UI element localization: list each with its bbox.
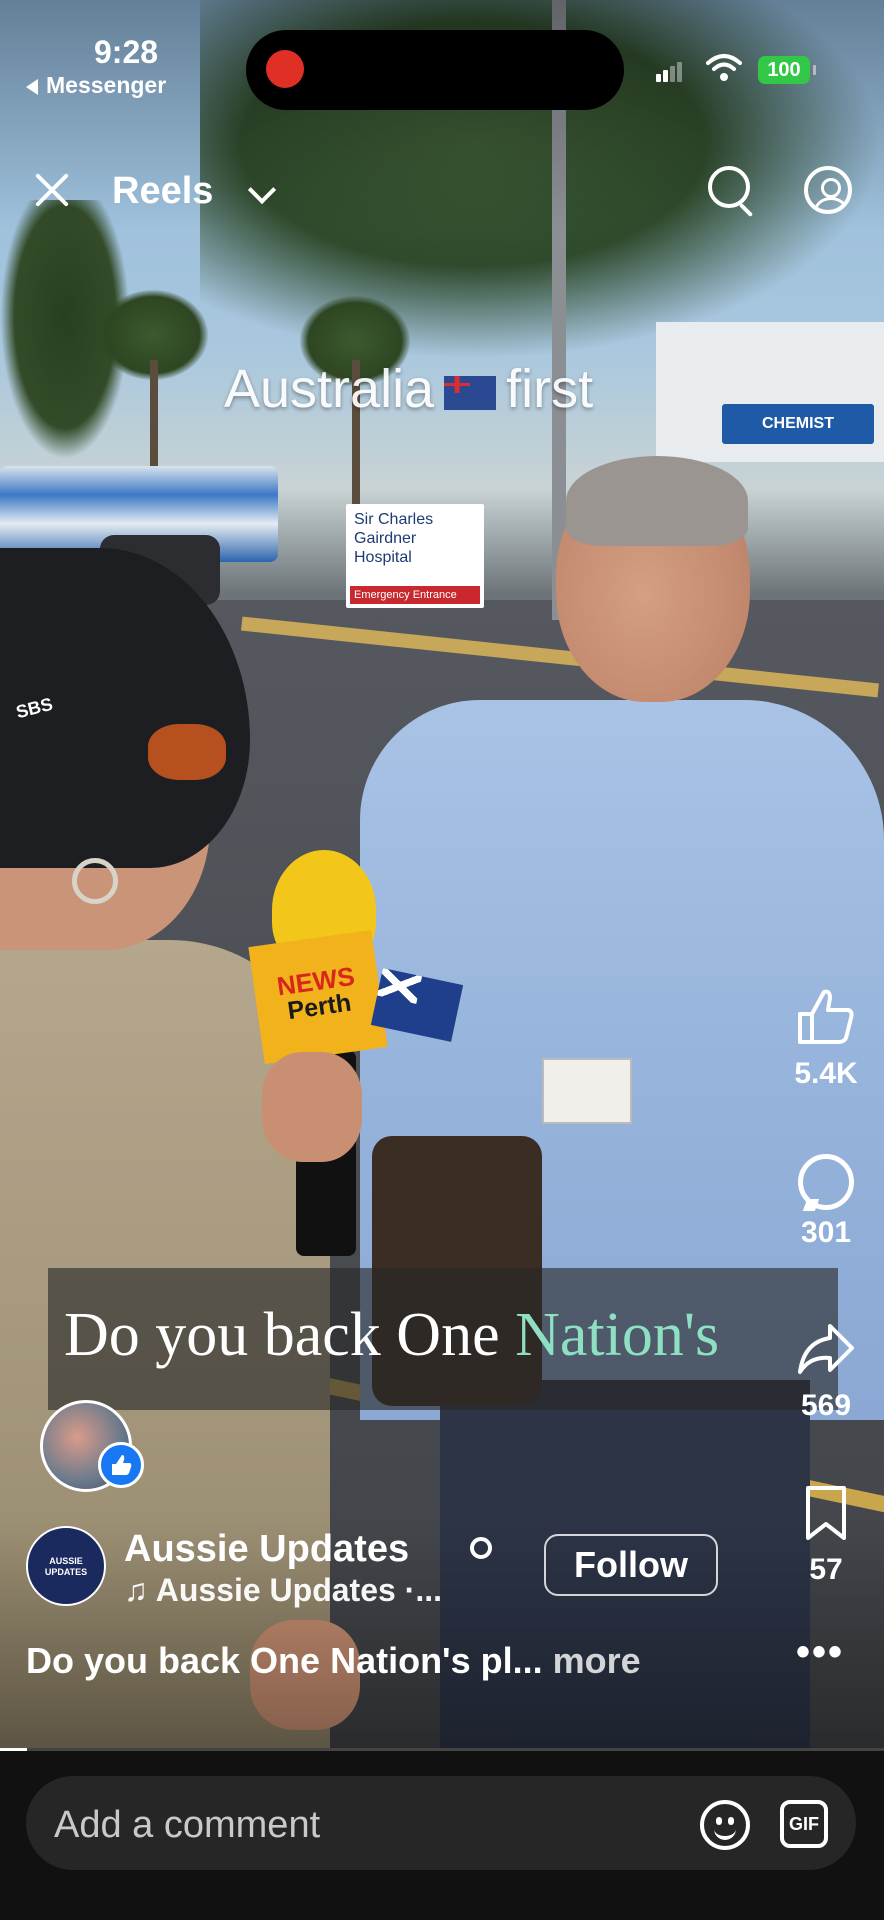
microphone-flag: NEWS Perth	[248, 929, 388, 1065]
profile-icon[interactable]	[804, 166, 852, 214]
caption-more-link[interactable]: more	[553, 1640, 641, 1681]
chemist-sign: CHEMIST	[722, 404, 874, 444]
hospital-sign-text: Sir Charles Gairdner Hospital	[354, 511, 434, 566]
more-options-icon[interactable]: •••	[796, 1630, 844, 1675]
close-icon[interactable]	[30, 168, 74, 212]
mic-city: Perth	[285, 988, 353, 1026]
gif-button[interactable]: GIF	[780, 1800, 828, 1848]
caption-text: Do you back One Nation's pl...	[26, 1640, 543, 1681]
reels-title[interactable]: Reels	[112, 170, 213, 213]
reactor-like-badge-icon	[98, 1442, 144, 1488]
emergency-sign-text: Emergency Entrance	[350, 586, 480, 604]
thumbs-up-icon	[798, 989, 854, 1044]
video-overlay-caption: Australia first	[224, 358, 593, 420]
cellular-signal-icon	[656, 60, 682, 82]
comment-placeholder: Add a comment	[54, 1804, 321, 1846]
video-subtitle: Do you back One Nation's	[64, 1300, 719, 1371]
comment-count: 301	[800, 1216, 852, 1249]
like-button[interactable]: 5.4K	[776, 988, 876, 1091]
subtitle-highlight: Nation's	[515, 1301, 720, 1369]
australian-flag-emoji-icon	[444, 375, 497, 410]
channel-name[interactable]: Aussie Updates	[124, 1528, 409, 1571]
comment-bubble-icon	[798, 1154, 854, 1210]
share-button[interactable]: 569	[776, 1320, 876, 1423]
hospital-sign: Sir Charles Gairdner Hospital Emergency …	[346, 504, 484, 608]
bookmark-icon	[806, 1486, 846, 1540]
earring	[72, 858, 118, 904]
palm-trunk	[150, 360, 158, 470]
audio-attribution[interactable]: ♫ Aussie Updates ·...	[124, 1572, 442, 1609]
hat-logo: SBS	[14, 693, 55, 723]
emoji-icon[interactable]	[700, 1800, 750, 1850]
verified-gear-icon	[470, 1537, 492, 1559]
recording-indicator-icon	[266, 50, 304, 88]
comment-button[interactable]: 301	[776, 1154, 876, 1250]
channel-avatar[interactable]: AUSSIE UPDATES	[26, 1526, 106, 1606]
subtitle-plain: Do you back One	[64, 1301, 516, 1369]
follow-button[interactable]: Follow	[544, 1534, 718, 1596]
share-arrow-icon	[798, 1324, 854, 1374]
sunglasses	[148, 724, 226, 780]
like-count: 5.4K	[794, 1057, 858, 1090]
save-button[interactable]: 57	[776, 1484, 876, 1587]
hand	[262, 1052, 362, 1162]
man-hair	[566, 456, 748, 546]
search-icon[interactable]	[708, 166, 756, 218]
save-count: 57	[809, 1553, 843, 1586]
id-badge	[542, 1058, 632, 1124]
status-time: 9:28	[94, 34, 159, 70]
reel-video[interactable]: CHEMIST Sir Charles Gairdner Hospital Em…	[0, 0, 884, 1748]
back-app-label: Messenger	[46, 72, 167, 98]
overlay-text-left: Australia	[224, 359, 435, 419]
battery-indicator: 100	[758, 56, 816, 84]
wifi-icon	[706, 54, 742, 81]
overlay-text-right: first	[506, 359, 594, 419]
back-arrow-icon	[26, 78, 38, 95]
reel-caption[interactable]: Do you back One Nation's pl... more	[26, 1640, 641, 1682]
back-to-app-link[interactable]: Messenger	[26, 72, 166, 99]
share-count: 569	[800, 1389, 852, 1422]
